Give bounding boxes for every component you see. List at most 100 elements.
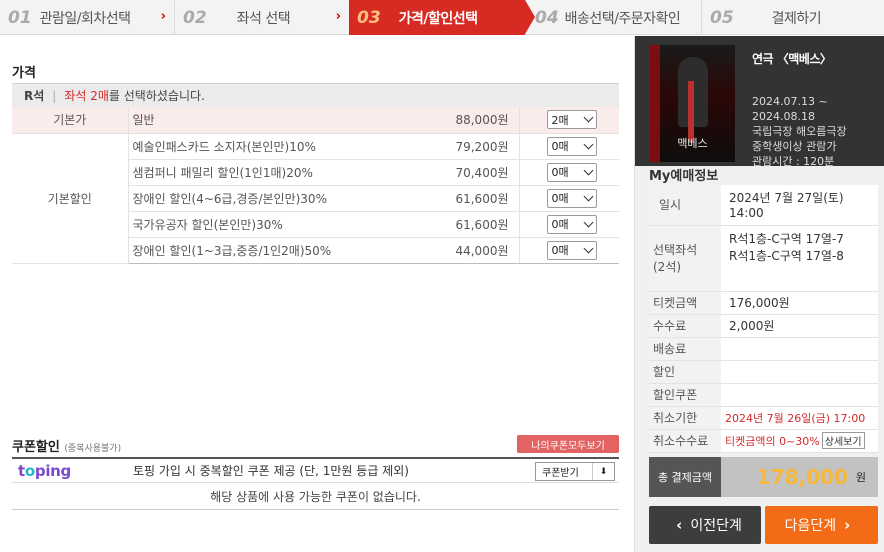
price-amount: 79,200원: [415, 133, 520, 160]
quantity-select[interactable]: 0매: [546, 188, 597, 208]
prev-step-label: 이전단계: [690, 518, 742, 534]
next-step-button[interactable]: 다음단계 ›: [765, 506, 878, 544]
price-category: 기본가: [12, 107, 129, 134]
show-venue: 국립극장 해오름극장: [752, 125, 847, 138]
step-2-number: 02: [183, 7, 207, 28]
price-name: 예술인패스카드 소지자(본인만)10%: [128, 133, 415, 160]
coupon-note: (중복사용불가): [64, 444, 122, 454]
view-my-coupons-button[interactable]: 나의쿠폰모두보기: [517, 435, 619, 453]
show-age: 중학생이상 관람가: [752, 140, 837, 153]
price-amount: 61,600원: [415, 185, 520, 212]
chevron-left-icon: ‹: [676, 516, 683, 534]
cancel-deadline-label: 취소기한: [649, 406, 721, 430]
toping-logo: toping: [18, 461, 71, 480]
chevron-right-icon: ›: [844, 516, 851, 534]
price-table: 기본가 일반 88,000원 2매 기본할인 예술인패스카드 소지자(본인만)1…: [12, 107, 619, 264]
step-2: 02 좌석 선택 ›: [175, 0, 349, 35]
seat-suffix: 를 선택하셨습니다.: [108, 89, 205, 103]
quantity-value: 0매: [551, 166, 569, 179]
discount-label: 할인: [649, 360, 721, 384]
total-label: 총 결제금액: [649, 457, 721, 497]
chevron-down-icon: [583, 139, 593, 149]
show-dates: 2024.07.13 ~ 2024.08.18: [752, 95, 828, 123]
price-name: 국가유공자 할인(본인만)30%: [128, 211, 415, 238]
seat-label: 선택좌석: [653, 243, 698, 257]
seat-grade: R석: [24, 89, 45, 103]
time-value: 14:00: [729, 206, 764, 221]
step-3-active: 03 가격/할인선택: [349, 0, 535, 35]
quantity-select[interactable]: 0매: [546, 240, 597, 260]
delivery-label: 배송료: [649, 337, 721, 361]
quantity-select[interactable]: 0매: [546, 162, 597, 182]
step-4: 04 배송선택/주문자확인: [535, 0, 701, 35]
price-amount: 44,000원: [415, 237, 520, 264]
table-row: 할인쿠폰: [649, 383, 878, 407]
quantity-select[interactable]: 0매: [546, 136, 597, 156]
date-value: 2024년 7월 27일(토): [729, 191, 844, 206]
get-coupon-button[interactable]: 쿠폰받기 ⬇: [535, 462, 615, 481]
step-2-label: 좌석 선택: [236, 10, 291, 27]
table-row: 티켓금액 176,000원: [649, 291, 878, 315]
total-value: 178,000: [756, 465, 848, 489]
my-info-table: 일시 2024년 7월 27일(토) 14:00 선택좌석 (2석) R석1층-C구…: [649, 185, 878, 453]
step-3-label: 가격/할인선택: [398, 10, 478, 27]
step-5: 05 결제하기: [702, 0, 884, 35]
price-amount: 70,400원: [415, 159, 520, 186]
download-icon: ⬇: [592, 463, 614, 480]
coupon-title-text: 쿠폰할인: [12, 440, 60, 455]
ticket-label: 티켓금액: [649, 291, 721, 315]
quantity-select[interactable]: 0매: [546, 214, 597, 234]
get-coupon-label: 쿠폰받기: [542, 468, 579, 479]
price-amount: 88,000원: [415, 107, 520, 134]
seat-count: 좌석 2매: [64, 89, 109, 103]
table-row: 선택좌석 (2석) R석1층-C구역 17열-7 R석1층-C구역 17열-8: [649, 225, 878, 292]
seat-1: R석1층-C구역 17열-7: [729, 231, 844, 246]
fee-label: 수수료: [649, 314, 721, 338]
table-row: 수수료 2,000원: [649, 314, 878, 338]
chevron-down-icon: [583, 191, 593, 201]
quantity-value: 0매: [551, 244, 569, 257]
price-section-title: 가격: [12, 66, 36, 81]
chevron-right-icon: ›: [160, 9, 166, 24]
chevron-down-icon: [583, 217, 593, 227]
quantity-value: 0매: [551, 218, 569, 231]
coupon-row: toping 토핑 가입 시 중복할인 쿠폰 제공 (단, 1만원 등급 제외)…: [12, 457, 619, 483]
show-title: 연극 〈맥베스〉: [752, 52, 832, 66]
show-info: 2024.07.13 ~ 2024.08.18 국립극장 해오름극장 중학생이상…: [752, 94, 847, 169]
cancel-fee-value: 티켓금액의 0~30%: [725, 435, 820, 448]
seat-count-label: (2석): [653, 260, 682, 274]
total-payment: 총 결제금액 178,000 원: [649, 457, 878, 497]
coupon-label: 할인쿠폰: [649, 383, 721, 407]
prev-step-button[interactable]: ‹ 이전단계: [649, 506, 761, 544]
table-row: 할인: [649, 360, 878, 384]
detail-button[interactable]: 상세보기: [821, 432, 865, 449]
booking-summary-panel: 맥베스 연극 〈맥베스〉 2024.07.13 ~ 2024.08.18 국립극…: [634, 36, 884, 552]
price-name: 일반: [128, 107, 415, 134]
quantity-select[interactable]: 2매: [546, 110, 597, 130]
quantity-value: 0매: [551, 140, 569, 153]
price-name: 장애인 할인(4~6급,경증/본인만)30%: [128, 185, 415, 212]
table-row: 취소기한 2024년 7월 26일(금) 17:00: [649, 406, 878, 430]
step-5-number: 05: [710, 7, 734, 28]
step-5-label: 결제하기: [771, 10, 822, 27]
price-amount: 61,600원: [415, 211, 520, 238]
chevron-right-icon: ›: [335, 9, 341, 24]
price-name: 장애인 할인(1~3급,중증/1인2매)50%: [128, 237, 415, 264]
chevron-down-icon: [583, 243, 593, 253]
step-1-label: 관람일/회차선택: [39, 10, 131, 27]
cancel-fee-label: 취소수수료: [649, 429, 721, 453]
chevron-down-icon: [583, 112, 593, 123]
step-4-label: 배송선택/주문자확인: [564, 10, 681, 27]
coupon-text: 토핑 가입 시 중복할인 쿠폰 제공 (단, 1만원 등급 제외): [133, 464, 409, 478]
coupon-section-title: 쿠폰할인 (중복사용불가): [12, 436, 121, 455]
step-4-number: 04: [535, 7, 559, 28]
show-poster: 맥베스: [650, 45, 735, 162]
ticket-value: 176,000원: [721, 291, 878, 315]
table-row: 기본가 일반 88,000원 2매: [12, 107, 619, 134]
no-coupon-message: 해당 상품에 사용 가능한 쿠폰이 없습니다.: [12, 484, 619, 510]
table-row: 일시 2024년 7월 27일(토) 14:00: [649, 185, 878, 226]
total-unit: 원: [855, 471, 866, 484]
quantity-value: 0매: [551, 192, 569, 205]
table-row: 배송료: [649, 337, 878, 361]
price-category: 기본할인: [12, 133, 129, 264]
